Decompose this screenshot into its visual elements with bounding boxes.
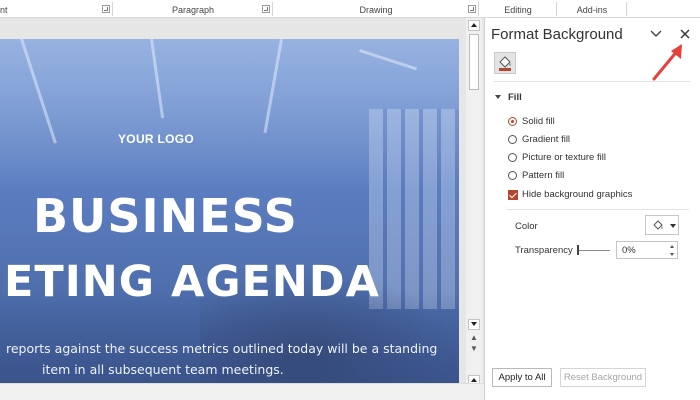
slide-body-line1[interactable]: reports against the success metrics outl… [6,341,437,356]
spin-down-icon[interactable] [670,253,674,256]
format-background-pane: Format Background Fill Solid fill Gradie… [484,18,700,400]
transparency-slider-thumb[interactable] [577,245,579,255]
slide-canvas[interactable]: YOUR LOGO BUSINESS ETING AGENDA reports … [0,39,459,389]
hide-background-graphics-label: Hide background graphics [522,189,633,200]
pattern-fill-label: Pattern fill [522,170,565,181]
slide-editor-area[interactable]: YOUR LOGO BUSINESS ETING AGENDA reports … [0,18,484,400]
annotation-arrow-icon [652,44,682,81]
picture-fill-radio[interactable] [508,153,517,162]
scroll-up-icon [471,378,477,382]
slide-title-line1[interactable]: BUSINESS [33,189,298,243]
ribbon-group-font: nt [0,0,113,18]
apply-to-all-button[interactable]: Apply to All [492,368,552,387]
scroll-down-icon [471,322,477,326]
color-label: Color [515,221,538,232]
fill-tab[interactable] [494,52,516,74]
transparency-label: Transparency [515,245,573,256]
slide-body-line2[interactable]: item in all subsequent team meetings. [42,362,284,377]
ribbon-group-paragraph: Paragraph [113,0,273,18]
scrollbar-thumb[interactable] [469,34,479,90]
scroll-up-button[interactable] [468,20,480,31]
gradient-fill-label: Gradient fill [522,134,571,145]
paint-bucket-icon [499,56,511,71]
ribbon-group-addins-label: Add-ins [576,5,608,15]
scroll-up-icon [471,23,477,27]
chevron-down-icon[interactable] [649,28,663,40]
spin-up-icon[interactable] [670,245,674,248]
close-icon[interactable] [678,27,692,41]
previous-slide-icon[interactable]: ▲ [469,333,479,343]
transparency-slider-track[interactable] [578,250,610,251]
hide-background-graphics-checkbox[interactable] [508,190,518,200]
paragraph-dialog-launcher-icon[interactable] [262,5,270,13]
paint-bucket-icon [653,220,663,230]
ribbon-group-editing-label: Editing [504,5,532,15]
fill-section-header[interactable]: Fill [508,92,522,103]
slide-title-line2[interactable]: ETING AGENDA [4,257,380,307]
font-dialog-launcher-icon[interactable] [102,5,110,13]
gradient-fill-radio[interactable] [508,135,517,144]
ribbon-group-labels: nt Paragraph Drawing Editing Add-ins [0,0,700,18]
ribbon-group-drawing-label: Drawing [359,5,393,15]
next-slide-icon[interactable]: ▼ [469,344,479,354]
ribbon-group-drawing: Drawing [273,0,479,18]
pattern-fill-radio[interactable] [508,171,517,180]
scroll-down-button[interactable] [468,319,480,330]
picture-fill-label: Picture or texture fill [522,152,606,163]
transparency-input[interactable]: 0% [616,241,678,259]
color-picker-button[interactable] [645,215,679,235]
ribbon-group-addins: Add-ins [557,0,627,18]
horizontal-scrollbar[interactable] [0,383,484,400]
collapse-caret-icon[interactable] [495,95,501,99]
vertical-scrollbar[interactable]: ▲ ▼ [466,18,482,386]
solid-fill-radio[interactable] [508,117,517,126]
slide-logo-text[interactable]: YOUR LOGO [118,132,194,146]
solid-fill-label: Solid fill [522,116,555,127]
ribbon-group-editing: Editing [479,0,557,18]
pane-title: Format Background [491,26,623,43]
reset-background-button[interactable]: Reset Background [560,368,646,387]
chevron-down-icon [670,224,676,228]
transparency-value: 0% [622,245,636,256]
ribbon-group-font-label: nt [0,5,8,15]
ribbon-group-paragraph-label: Paragraph [171,5,215,15]
drawing-dialog-launcher-icon[interactable] [468,5,476,13]
